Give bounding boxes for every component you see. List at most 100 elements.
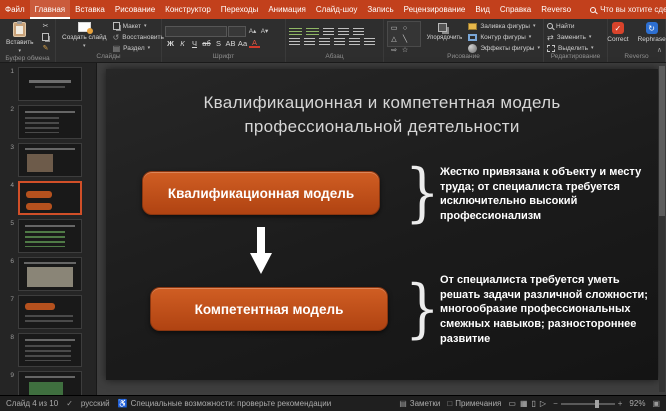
new-slide-button[interactable]: Создать слайд ▾ <box>59 21 110 50</box>
replace-button[interactable]: Заменить ▾ <box>547 32 604 42</box>
cut-icon[interactable] <box>40 21 52 31</box>
slide-thumbnail[interactable] <box>18 257 82 291</box>
font-size-combobox[interactable] <box>228 26 246 37</box>
slide-thumbnail[interactable] <box>18 295 82 329</box>
tab-reverso[interactable]: Reverso <box>536 0 576 19</box>
select-button[interactable]: Выделить ▾ <box>547 43 604 53</box>
layout-button[interactable]: Макет ▾ <box>113 21 164 31</box>
zoom-slider[interactable] <box>561 403 615 405</box>
decrease-indent-icon[interactable] <box>323 28 334 37</box>
tab-record[interactable]: Запись <box>362 0 398 19</box>
tab-review[interactable]: Рецензирование <box>399 0 471 19</box>
thumbnail-slide-8[interactable]: 8 <box>0 331 96 369</box>
accessibility-checker[interactable]: ♿ Специальные возможности: проверьте рек… <box>118 399 332 408</box>
slide-thumbnail[interactable] <box>18 105 82 139</box>
slide-thumbnail[interactable] <box>18 143 82 177</box>
zoom-percentage[interactable]: 92% <box>629 399 645 408</box>
shape-outline-button[interactable]: Контур фигуры ▾ <box>468 32 540 42</box>
thumbnail-slide-1[interactable]: 1 <box>0 65 96 103</box>
numbering-icon[interactable] <box>306 28 319 37</box>
justify-icon[interactable] <box>334 38 345 47</box>
reading-view-icon[interactable]: ▯ <box>532 399 536 408</box>
character-spacing-button[interactable]: АВ <box>225 38 236 49</box>
underline-button[interactable]: Ч <box>189 38 200 49</box>
slide-thumbnail[interactable] <box>18 371 82 395</box>
thumbnail-slide-6[interactable]: 6 <box>0 255 96 293</box>
tab-design[interactable]: Конструктор <box>160 0 216 19</box>
align-left-icon[interactable] <box>289 38 300 47</box>
thumbnail-slide-4-selected[interactable]: 4 <box>0 179 96 217</box>
section-button[interactable]: ▤ Раздел ▾ <box>113 43 164 53</box>
find-button[interactable]: Найти <box>547 21 604 31</box>
italic-button[interactable]: К <box>177 38 188 49</box>
tab-slideshow[interactable]: Слайд-шоу <box>311 0 362 19</box>
ellipse-shape-icon[interactable] <box>400 23 410 33</box>
current-slide[interactable]: Квалификационная и компетентная модель п… <box>106 69 658 380</box>
decrease-font-icon[interactable] <box>259 26 270 37</box>
reset-button[interactable]: ↺ Восстановить <box>113 32 164 42</box>
text-shadow-button[interactable]: S <box>213 38 224 49</box>
zoom-slider-thumb[interactable] <box>595 400 599 408</box>
tab-insert[interactable]: Вставка <box>70 0 110 19</box>
bold-button[interactable]: Ж <box>165 38 176 49</box>
tab-transitions[interactable]: Переходы <box>216 0 264 19</box>
thumbnail-slide-3[interactable]: 3 <box>0 141 96 179</box>
reverso-correct-button[interactable]: Correct <box>604 21 631 44</box>
font-name-combobox[interactable] <box>165 26 227 37</box>
slide-thumbnail[interactable] <box>18 181 82 215</box>
shape-fill-button[interactable]: Заливка фигуры ▾ <box>468 21 540 31</box>
shape-effects-button[interactable]: Эффекты фигуры ▾ <box>468 43 540 53</box>
columns-icon[interactable] <box>349 38 360 47</box>
bullets-icon[interactable] <box>289 28 302 37</box>
thumbnail-slide-7[interactable]: 7 <box>0 293 96 331</box>
tab-draw[interactable]: Рисование <box>110 0 160 19</box>
slide-thumbnail[interactable] <box>18 219 82 253</box>
vertical-scrollbar[interactable] <box>659 66 665 392</box>
paste-button[interactable]: Вставить ▾ <box>3 21 37 55</box>
slide-editing-area[interactable]: Квалификационная и компетентная модель п… <box>97 63 666 395</box>
zoom-control[interactable]: − + <box>553 399 622 408</box>
notes-button[interactable]: ▤ Заметки <box>399 399 440 408</box>
slide-title[interactable]: Квалификационная и компетентная модель п… <box>146 91 618 139</box>
tab-file[interactable]: Файл <box>0 0 30 19</box>
tab-animations[interactable]: Анимация <box>263 0 311 19</box>
line-spacing-icon[interactable] <box>353 28 364 37</box>
comments-button[interactable]: □ Примечания <box>447 399 501 408</box>
down-arrow-shape[interactable] <box>250 227 272 275</box>
reverso-rephrase-button[interactable]: Rephrase <box>635 21 666 44</box>
copy-icon[interactable] <box>40 32 52 42</box>
tab-view[interactable]: Вид <box>470 0 494 19</box>
increase-indent-icon[interactable] <box>338 28 349 37</box>
shapes-gallery[interactable] <box>387 21 421 47</box>
tab-help[interactable]: Справка <box>495 0 536 19</box>
change-case-button[interactable]: Аа <box>237 38 248 49</box>
fit-to-window-icon[interactable]: ▣ <box>652 399 660 408</box>
normal-view-icon[interactable]: ▭ <box>508 399 516 408</box>
arrange-button[interactable]: Упорядочить <box>424 21 466 42</box>
strikethrough-button[interactable]: аб <box>201 38 212 49</box>
tell-me-search[interactable]: Что вы хотите сделать? <box>584 0 666 19</box>
scrollbar-thumb[interactable] <box>659 66 665 216</box>
language-indicator[interactable]: русский <box>81 399 110 408</box>
competence-model-description[interactable]: От специалиста требуется уметь решать за… <box>440 273 654 346</box>
qualification-model-box[interactable]: Квалификационная модель <box>142 171 380 215</box>
slideshow-view-icon[interactable]: ▷ <box>540 399 546 408</box>
thumbnail-slide-2[interactable]: 2 <box>0 103 96 141</box>
thumbnail-slide-5[interactable]: 5 <box>0 217 96 255</box>
rectangle-shape-icon[interactable] <box>389 23 399 33</box>
thumbnail-slide-9[interactable]: 9 <box>0 369 96 395</box>
spelling-icon[interactable]: ✓ <box>66 399 73 408</box>
competence-model-box[interactable]: Компетентная модель <box>150 287 388 331</box>
tab-home[interactable]: Главная <box>30 0 70 19</box>
align-right-icon[interactable] <box>319 38 330 47</box>
format-painter-icon[interactable] <box>40 43 52 53</box>
qualification-model-description[interactable]: Жестко привязана к объекту и месту труда… <box>440 165 654 224</box>
slide-sorter-view-icon[interactable]: ▦ <box>520 399 528 408</box>
slide-thumbnail[interactable] <box>18 333 82 367</box>
triangle-shape-icon[interactable] <box>389 34 399 44</box>
collapse-ribbon-icon[interactable]: ∧ <box>657 46 662 54</box>
slide-thumbnail-panel[interactable]: 1 2 3 4 5 6 7 8 9 <box>0 63 97 395</box>
text-direction-icon[interactable] <box>364 38 375 47</box>
slide-thumbnail[interactable] <box>18 67 82 101</box>
zoom-in-icon[interactable]: + <box>618 399 623 408</box>
